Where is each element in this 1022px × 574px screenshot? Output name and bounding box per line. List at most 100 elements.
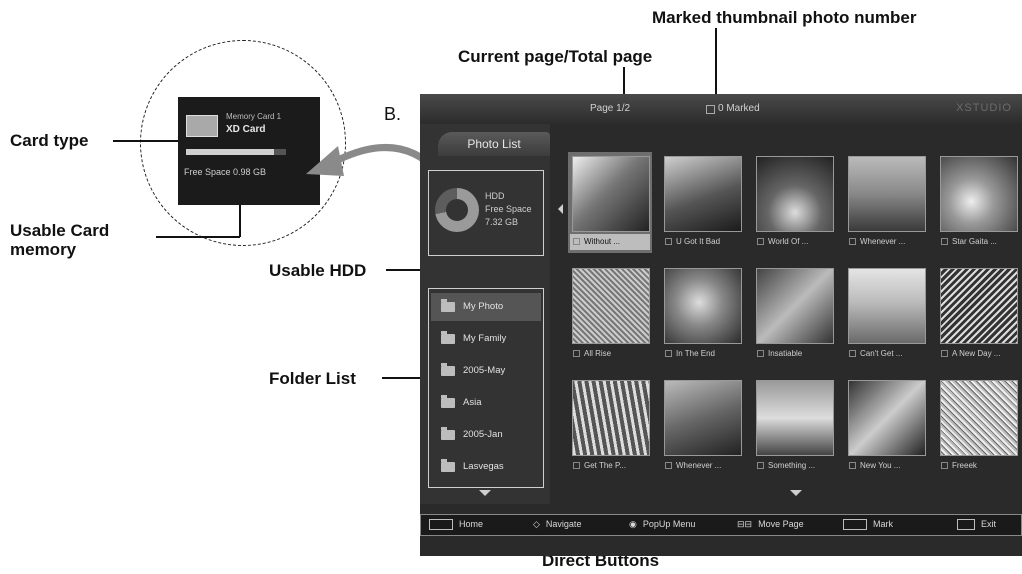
marked-count: 0 Marked xyxy=(718,103,760,114)
thumbnail-caption: Freeek xyxy=(938,458,1018,474)
checkbox-icon xyxy=(849,238,856,246)
hdd-label: HDD xyxy=(485,191,505,201)
thumbnail[interactable]: Without ... xyxy=(568,152,652,253)
tab-photo-list[interactable]: Photo List xyxy=(438,132,550,156)
button-exit[interactable]: Exit xyxy=(957,519,997,531)
thumbnail[interactable]: Whenever ... xyxy=(660,376,744,477)
button-mark[interactable]: Mark xyxy=(843,519,893,531)
thumbnail[interactable]: A New Day ... xyxy=(936,264,1020,365)
home-key-icon xyxy=(429,519,453,531)
folder-item[interactable]: 2005-May xyxy=(431,357,541,385)
thumbnail-title: All Rise xyxy=(584,349,612,358)
card-type-text: XD Card xyxy=(226,124,266,135)
folder-name: My Family xyxy=(463,333,507,344)
thumbnail[interactable]: Can't Get ... xyxy=(844,264,928,365)
thumbnail[interactable]: In The End xyxy=(660,264,744,365)
button-home-label: Home xyxy=(459,519,484,529)
button-popup-menu-label: PopUp Menu xyxy=(642,519,696,529)
folder-name: 2005-May xyxy=(463,365,506,376)
thumbnail[interactable]: Get The P... xyxy=(568,376,652,477)
thumbnail-caption: Get The P... xyxy=(570,458,650,474)
grid-left-arrow-icon[interactable] xyxy=(558,204,563,214)
thumbnail-caption: Without ... xyxy=(570,234,650,250)
photo-image xyxy=(940,156,1018,232)
button-move-page-label: Move Page xyxy=(758,519,804,529)
thumbnail-title: U Got It Bad xyxy=(676,237,721,246)
navigate-icon: ◇ xyxy=(533,519,540,529)
folder-scroll-down-icon[interactable] xyxy=(479,490,491,496)
grid-scroll-down-icon[interactable] xyxy=(790,490,802,496)
checkbox-icon xyxy=(849,350,856,358)
photo-image xyxy=(664,380,742,456)
mark-key-icon xyxy=(843,519,867,531)
thumbnail[interactable]: Freeek xyxy=(936,376,1020,477)
folder-icon xyxy=(441,395,455,408)
direct-buttons-bar: Home ◇ Navigate ◉ PopUp Menu ⊟⊟ Move Page M… xyxy=(420,514,1022,536)
callout-folder-list: Folder List xyxy=(269,369,356,388)
brand-logo: XSTUDIO xyxy=(956,102,1012,114)
thumbnail-title: Something ... xyxy=(768,461,816,470)
button-move-page[interactable]: ⊟⊟ Move Page xyxy=(737,519,804,530)
folder-name: Asia xyxy=(463,397,482,408)
photo-image xyxy=(664,156,742,232)
thumbnail[interactable]: Something ... xyxy=(752,376,836,477)
thumbnail[interactable]: Star Gaita ... xyxy=(936,152,1020,253)
thumbnail[interactable]: World Of ... xyxy=(752,152,836,253)
card-icon xyxy=(186,115,218,137)
page-indicator: Page 1/2 xyxy=(590,103,631,114)
button-exit-label: Exit xyxy=(981,519,997,529)
thumbnail[interactable]: Whenever ... xyxy=(844,152,928,253)
folder-item[interactable]: Asia xyxy=(431,389,541,417)
thumbnail-title: World Of ... xyxy=(768,237,809,246)
checkbox-icon xyxy=(941,238,948,246)
checkbox-icon xyxy=(757,462,764,470)
callout-card-type: Card type xyxy=(10,131,89,150)
tv-screen: Page 1/2 0 Marked XSTUDIO Photo List HDD… xyxy=(420,94,1022,556)
thumbnail[interactable]: U Got It Bad xyxy=(660,152,744,253)
thumbnail-title: In The End xyxy=(676,349,715,358)
checkbox-icon xyxy=(757,350,764,358)
card-memory-bar-fill xyxy=(186,149,274,155)
hdd-size: 7.32 GB xyxy=(485,217,519,227)
thumbnail-title: Freeek xyxy=(952,461,977,470)
checkbox-icon xyxy=(573,238,580,246)
folder-icon xyxy=(441,299,455,312)
thumbnail[interactable]: New You ... xyxy=(844,376,928,477)
thumbnail-title: Insatiable xyxy=(768,349,803,358)
thumbnail[interactable]: Insatiable xyxy=(752,264,836,365)
thumbnail-title: Without ... xyxy=(584,237,621,246)
folder-item[interactable]: My Photo xyxy=(431,293,541,321)
folder-name: Lasvegas xyxy=(463,461,504,472)
thumbnail-caption: Can't Get ... xyxy=(846,346,926,362)
folder-list: My Photo My Family 2005-May Asia 2005-Ja… xyxy=(428,288,544,488)
photo-image xyxy=(756,156,834,232)
folder-item[interactable]: My Family xyxy=(431,325,541,353)
callout-usable-card-memory: Usable Card memory xyxy=(10,221,109,259)
button-navigate[interactable]: ◇ Navigate xyxy=(533,519,581,530)
photo-image xyxy=(940,268,1018,344)
hdd-info-box: HDD Free Space 7.32 GB xyxy=(428,170,544,256)
thumbnail[interactable]: All Rise xyxy=(568,264,652,365)
folder-item[interactable]: Lasvegas xyxy=(431,453,541,481)
exit-key-icon xyxy=(957,519,975,531)
checkbox-icon xyxy=(757,238,764,246)
button-home[interactable]: Home xyxy=(429,519,484,531)
thumbnail-caption: Insatiable xyxy=(754,346,834,362)
checkbox-icon xyxy=(941,462,948,470)
callout-usable-card-memory-line2: memory xyxy=(10,240,77,259)
photo-image xyxy=(756,268,834,344)
photo-image xyxy=(756,380,834,456)
photo-image xyxy=(848,156,926,232)
photo-image xyxy=(572,380,650,456)
thumbnail-caption: Something ... xyxy=(754,458,834,474)
photo-image xyxy=(848,380,926,456)
button-popup-menu[interactable]: ◉ PopUp Menu xyxy=(629,519,695,530)
folder-item[interactable]: 2005-Jan xyxy=(431,421,541,449)
card-free-space: Free Space 0.98 GB xyxy=(184,167,267,177)
checkbox-icon xyxy=(849,462,856,470)
leader-card-memory-h xyxy=(156,236,240,238)
card-memory-bar xyxy=(186,149,286,155)
photo-image xyxy=(940,380,1018,456)
hdd-free-label: Free Space xyxy=(485,204,532,214)
thumbnail-grid: Without ... U Got It Bad World Of ... Wh… xyxy=(568,152,1020,492)
